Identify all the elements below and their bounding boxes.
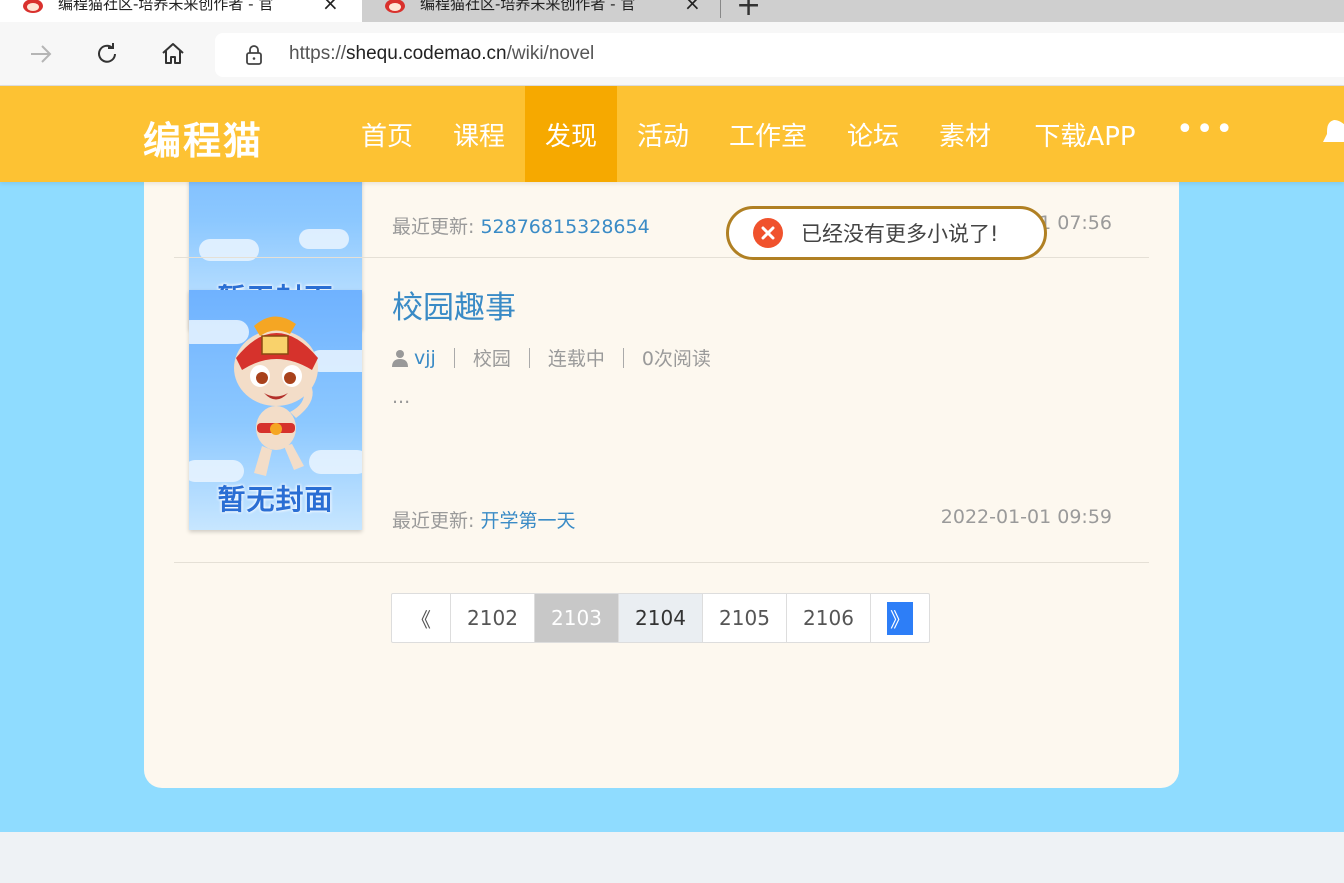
close-circle-icon bbox=[753, 218, 783, 248]
latest-chapter-link[interactable]: 52876815328654 bbox=[480, 216, 649, 238]
toast-notification: 已经没有更多小说了! bbox=[726, 206, 1047, 260]
meta-separator bbox=[453, 347, 455, 368]
pagination-prev[interactable]: 《 bbox=[392, 594, 451, 642]
latest-chapter-link[interactable]: 开学第一天 bbox=[480, 510, 575, 532]
nav-item-discover[interactable]: 发现 bbox=[525, 86, 617, 182]
author-link[interactable]: vjj bbox=[414, 347, 436, 369]
codemao-favicon-icon bbox=[385, 0, 405, 13]
tab-title: 编程猫社区-培养未来创作者 - 官 bbox=[420, 0, 636, 13]
pagination-next[interactable]: 》 bbox=[871, 594, 929, 642]
update-time: 2022-01-01 09:59 bbox=[940, 506, 1112, 528]
browser-tab-active[interactable]: 编程猫社区-培养未来创作者 - 官 × bbox=[0, 0, 362, 22]
more-menu-icon[interactable]: ••• bbox=[1176, 112, 1235, 147]
novel-summary: ... bbox=[392, 386, 411, 408]
pagination-page-current[interactable]: 2103 bbox=[535, 594, 619, 642]
novel-category: 校园 bbox=[472, 348, 511, 370]
tab-close-icon[interactable]: × bbox=[322, 0, 339, 15]
nav-item-course[interactable]: 课程 bbox=[433, 86, 525, 182]
nav-item-material[interactable]: 素材 bbox=[919, 86, 1011, 182]
nav-item-home[interactable]: 首页 bbox=[341, 86, 433, 182]
footer-area bbox=[0, 832, 1344, 883]
meta-separator bbox=[528, 347, 530, 368]
lock-icon bbox=[246, 45, 262, 65]
meta-separator bbox=[622, 347, 624, 368]
pagination-page[interactable]: 2102 bbox=[451, 594, 535, 642]
codemao-mascot-icon bbox=[234, 316, 318, 476]
novel-list-card: 暂无封面 最近更新: 52876815328654 21 07:56 bbox=[144, 89, 1179, 788]
tab-title: 编程猫社区-培养未来创作者 - 官 bbox=[58, 0, 274, 13]
toast-message: 已经没有更多小说了! bbox=[801, 222, 999, 246]
tab-separator bbox=[720, 0, 721, 18]
nav-item-activity[interactable]: 活动 bbox=[617, 86, 709, 182]
address-bar[interactable]: https://shequ.codemao.cn/wiki/novel bbox=[215, 33, 1344, 77]
nav-item-studio[interactable]: 工作室 bbox=[709, 86, 827, 182]
nav-item-forum[interactable]: 论坛 bbox=[827, 86, 919, 182]
browser-toolbar: https://shequ.codemao.cn/wiki/novel bbox=[0, 22, 1344, 86]
refresh-icon[interactable] bbox=[93, 40, 121, 68]
pagination: 《 2102 2103 2104 2105 2106 》 bbox=[391, 593, 930, 643]
codemao-logo[interactable]: 编程猫 bbox=[143, 110, 263, 165]
latest-update: 最近更新: 开学第一天 bbox=[392, 510, 576, 532]
home-icon[interactable] bbox=[159, 40, 187, 68]
user-icon bbox=[392, 349, 408, 367]
pagination-page[interactable]: 2106 bbox=[787, 594, 871, 642]
pagination-page[interactable]: 2104 bbox=[619, 594, 703, 642]
latest-update: 最近更新: 52876815328654 bbox=[392, 216, 650, 238]
novel-item[interactable]: 暂无封面 校园趣事 vjj 校园 连载中 0次阅读 ... 最近更新: 开学第一… bbox=[174, 272, 1149, 572]
browser-tab-inactive[interactable]: 编程猫社区-培养未来创作者 - 官 × bbox=[362, 0, 720, 22]
pagination-page[interactable]: 2105 bbox=[703, 594, 787, 642]
browser-tab-bar: 编程猫社区-培养未来创作者 - 官 × 编程猫社区-培养未来创作者 - 官 × … bbox=[0, 0, 1344, 22]
site-header: 编程猫 首页 课程 发现 活动 工作室 论坛 素材 下载APP ••• bbox=[0, 86, 1344, 182]
novel-cover[interactable]: 暂无封面 bbox=[189, 290, 362, 530]
novel-read-count: 0次阅读 bbox=[641, 348, 711, 370]
novel-title[interactable]: 校园趣事 bbox=[392, 282, 516, 327]
divider bbox=[174, 562, 1149, 563]
cover-placeholder-text: 暂无封面 bbox=[217, 483, 334, 516]
nav-item-download-app[interactable]: 下载APP bbox=[1011, 86, 1159, 182]
bell-icon[interactable] bbox=[1322, 116, 1344, 152]
tab-close-icon[interactable]: × bbox=[684, 0, 701, 15]
novel-meta: vjj 校园 连载中 0次阅读 bbox=[392, 344, 711, 371]
codemao-favicon-icon bbox=[23, 0, 43, 13]
new-tab-button[interactable]: + bbox=[736, 0, 761, 22]
url-text: https://shequ.codemao.cn/wiki/novel bbox=[289, 43, 595, 64]
forward-icon[interactable] bbox=[27, 40, 55, 68]
novel-status: 连载中 bbox=[547, 348, 605, 370]
